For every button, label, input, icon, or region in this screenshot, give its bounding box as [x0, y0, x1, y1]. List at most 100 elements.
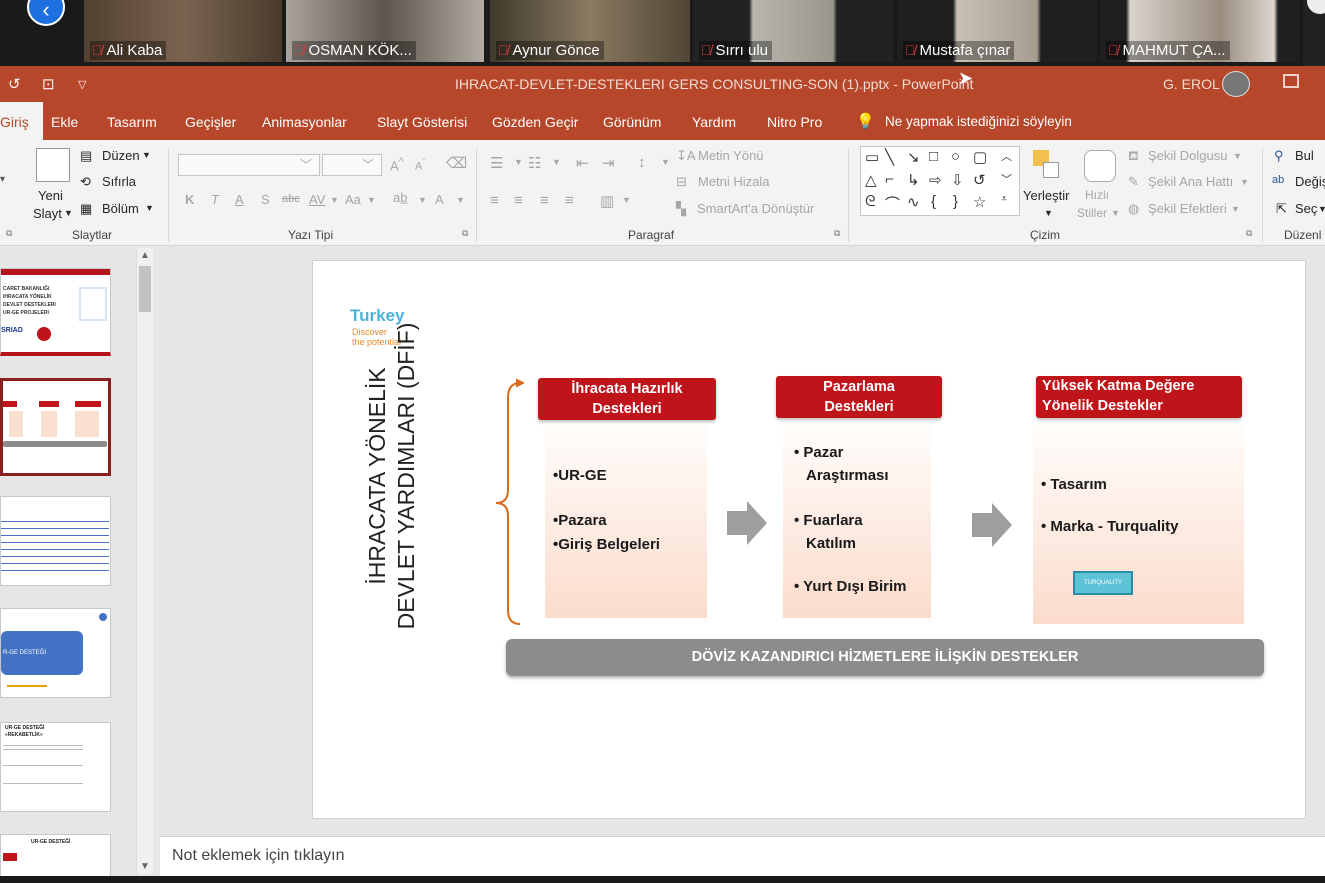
- layout-button[interactable]: Düzen: [102, 148, 140, 163]
- chevron-down-icon[interactable]: ﹀: [300, 156, 312, 173]
- scroll-up-icon[interactable]: ▲: [140, 250, 150, 261]
- elbow-connector-shape-icon[interactable]: ↳: [907, 171, 920, 189]
- chevron-down-icon[interactable]: ▼: [1318, 204, 1325, 214]
- participant-tile[interactable]: 🎙̸ MAHMUT ÇA...: [1100, 0, 1300, 62]
- participant-tile[interactable]: 🎙̸ Aynur Gönce: [490, 0, 690, 62]
- decrease-indent-icon[interactable]: ⇤: [576, 154, 589, 172]
- right-arrow-shape[interactable]: [727, 501, 767, 545]
- increase-indent-icon[interactable]: ⇥: [602, 154, 615, 172]
- arrow-line-shape-icon[interactable]: ↘: [907, 148, 920, 166]
- chevron-down-icon[interactable]: ▼: [367, 195, 376, 205]
- arrange-button[interactable]: Yerleştir: [1023, 188, 1069, 203]
- select-button[interactable]: Seç: [1295, 201, 1317, 216]
- text-direction-button[interactable]: Metin Yönü: [698, 148, 764, 163]
- gallery-up-icon[interactable]: ︿: [1001, 148, 1012, 164]
- shape-effects-icon[interactable]: ◍: [1128, 201, 1139, 217]
- numbering-icon[interactable]: ☷: [528, 154, 541, 172]
- right-arrow-shape-icon[interactable]: ⇨: [929, 171, 942, 189]
- bottom-banner[interactable]: DÖVİZ KAZANDIRICI HİZMETLERE İLİŞKİN DES…: [506, 639, 1264, 676]
- slide-thumbnail-5[interactable]: UR-GE DESTEĞİ «REKABETLİK»: [0, 722, 111, 812]
- oval-shape-icon[interactable]: ○: [951, 148, 960, 165]
- brace-right-shape-icon[interactable]: }: [953, 193, 958, 210]
- curved-shape-icon[interactable]: ↺: [973, 171, 986, 189]
- chevron-down-icon[interactable]: ▼: [661, 157, 670, 167]
- dialog-launcher-icon[interactable]: ⧉: [6, 228, 12, 239]
- smartart-icon[interactable]: ▚: [676, 201, 686, 217]
- freeform-shape-icon[interactable]: ᘓ: [865, 193, 876, 210]
- tab-view[interactable]: Görünüm: [603, 102, 661, 140]
- column-header-3[interactable]: Yüksek Katma Değere Yönelik Destekler: [1036, 376, 1242, 418]
- chevron-down-icon[interactable]: ▼: [145, 203, 154, 213]
- replace-icon[interactable]: ab: [1272, 174, 1284, 186]
- arc-shape-icon[interactable]: ⌒: [885, 193, 900, 214]
- ribbon-display-options-icon[interactable]: [1283, 74, 1299, 88]
- justify-icon[interactable]: ≡: [565, 192, 574, 209]
- line-spacing-icon[interactable]: ↕: [638, 154, 646, 171]
- textbox-shape-icon[interactable]: ▭: [865, 148, 879, 166]
- tab-animations[interactable]: Animasyonlar: [262, 102, 347, 140]
- new-slide-label-1[interactable]: Yeni: [38, 188, 63, 203]
- shape-fill-button[interactable]: Şekil Dolgusu: [1148, 148, 1228, 163]
- grow-font-icon[interactable]: A^: [390, 156, 404, 173]
- shapes-gallery[interactable]: ▭ ╲ ↘ □ ○ ▢ △ ⌐ ↳ ⇨ ⇩ ↺ ᘓ ⌒ ∿ { } ☆ ︿ ﹀ …: [860, 146, 1020, 216]
- column-header-1[interactable]: İhracata Hazırlık Destekleri: [538, 378, 716, 420]
- slide-thumbnail-3[interactable]: [0, 496, 111, 586]
- align-text-button[interactable]: Metni Hizala: [698, 174, 770, 189]
- change-case-button[interactable]: Aa: [345, 192, 361, 207]
- tab-help[interactable]: Yardım: [692, 102, 736, 140]
- align-text-icon[interactable]: ⊟: [676, 174, 687, 190]
- align-right-icon[interactable]: ≡: [540, 192, 549, 209]
- dialog-launcher-icon[interactable]: ⧉: [1246, 228, 1252, 239]
- gallery-more-icon[interactable]: ⩡: [1001, 193, 1007, 206]
- shadow-button[interactable]: S: [261, 192, 270, 207]
- select-cursor-icon[interactable]: ⇱: [1276, 201, 1287, 217]
- back-arrow-icon[interactable]: ‹: [27, 0, 65, 26]
- section-button[interactable]: Bölüm: [102, 201, 139, 216]
- shape-outline-button[interactable]: Şekil Ana Hattı: [1148, 174, 1233, 189]
- column-header-2[interactable]: Pazarlama Destekleri: [776, 376, 942, 418]
- slide-thumbnail-2[interactable]: [0, 378, 111, 476]
- chevron-down-icon[interactable]: ▼: [1044, 208, 1053, 218]
- align-center-icon[interactable]: ≡: [514, 192, 523, 209]
- participant-tile[interactable]: 🎙̸ OSMAN KÖK...: [286, 0, 484, 62]
- tab-nitro-pro[interactable]: Nitro Pro: [767, 102, 822, 140]
- participant-tile[interactable]: 🎙̸ Sırrı ulu: [693, 0, 893, 62]
- chevron-down-icon[interactable]: ﹀: [362, 156, 374, 173]
- scroll-down-icon[interactable]: ▼: [140, 861, 150, 872]
- more-button[interactable]: [1307, 0, 1325, 14]
- participant-tile[interactable]: 🎙̸ Mustafa çınar: [897, 0, 1097, 62]
- connector-shape-icon[interactable]: ⌐: [885, 171, 894, 188]
- chevron-down-icon[interactable]: ▼: [622, 195, 631, 205]
- tab-insert[interactable]: Ekle: [51, 102, 78, 140]
- curve-shape-icon[interactable]: ∿: [907, 193, 920, 211]
- slide-vertical-title[interactable]: İHRACATA YÖNELİK DEVLET YARDIMLARI (DFİF…: [363, 306, 421, 646]
- font-color-icon[interactable]: A: [435, 192, 444, 207]
- notes-placeholder[interactable]: Not eklemek için tıklayın: [172, 847, 345, 865]
- align-left-icon[interactable]: ≡: [490, 192, 499, 209]
- notes-pane[interactable]: Not eklemek için tıklayın: [160, 836, 1325, 876]
- shrink-font-icon[interactable]: Aˇ: [415, 157, 425, 173]
- shape-effects-button[interactable]: Şekil Efektleri: [1148, 201, 1227, 216]
- new-slide-label-2[interactable]: Slayt: [33, 206, 62, 221]
- chevron-down-icon[interactable]: ▼: [1240, 177, 1249, 187]
- italic-button[interactable]: T: [211, 192, 219, 207]
- customize-toolbar-icon[interactable]: ▽: [78, 78, 86, 91]
- brace-left-shape-icon[interactable]: {: [931, 193, 936, 210]
- tab-transitions[interactable]: Geçişler: [185, 102, 236, 140]
- replace-button[interactable]: Değiş: [1295, 174, 1325, 189]
- chevron-down-icon[interactable]: ▼: [418, 195, 427, 205]
- tab-home[interactable]: Giriş: [0, 102, 43, 140]
- participant-tile[interactable]: 🎙̸ Ali Kaba: [84, 0, 282, 62]
- thumbnails-scrollbar[interactable]: ▲ ▼: [136, 248, 153, 874]
- quick-styles-label-1[interactable]: Hızlı: [1085, 188, 1109, 202]
- underline-button[interactable]: A: [235, 192, 244, 207]
- tab-design[interactable]: Tasarım: [107, 102, 157, 140]
- arrange-icon[interactable]: [1033, 150, 1061, 180]
- chevron-down-icon[interactable]: ▼: [330, 195, 339, 205]
- strikethrough-button[interactable]: abc: [282, 193, 300, 205]
- quick-styles-label-2[interactable]: Stiller: [1077, 206, 1107, 220]
- shape-fill-icon[interactable]: ⛾: [1128, 148, 1139, 166]
- new-slide-icon[interactable]: [36, 148, 70, 182]
- down-arrow-shape-icon[interactable]: ⇩: [951, 171, 964, 189]
- chevron-down-icon[interactable]: ▼: [514, 157, 523, 167]
